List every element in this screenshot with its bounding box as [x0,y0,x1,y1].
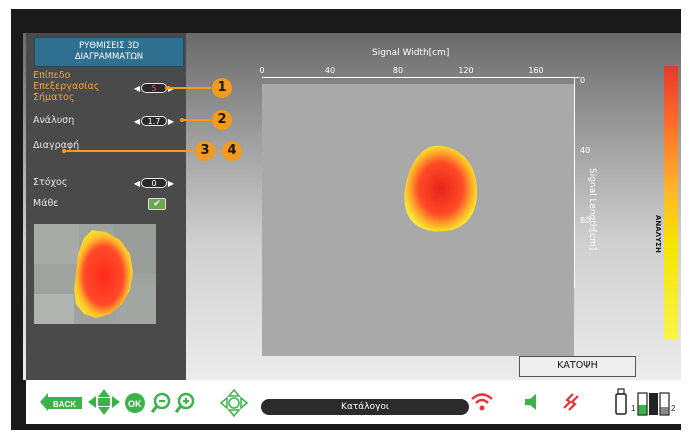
ok-label: OK [128,399,142,409]
x-tick-label: 120 [458,66,474,75]
thumbnail-heatmap [74,230,133,318]
checkmark-icon: ✔ [153,199,161,209]
usb-drive-icon [614,388,628,420]
learn-label: Μάθε [33,198,59,209]
callout-line-2 [182,119,212,121]
callout-line-3 [64,150,195,152]
decrease-arrow-icon[interactable]: ◀ [133,84,141,93]
processing-label-line-1: Επίπεδο [33,70,71,81]
top-view-button[interactable]: ΚΑΤΟΨΗ [519,356,636,377]
vibration-icon[interactable] [560,390,582,416]
processing-level-label: Επίπεδο Επεξεργασίας Σήματος [33,70,99,103]
battery-1-label: 1 [631,404,636,413]
scan-thumbnail[interactable] [34,224,156,324]
title-line-1: ΡΥΘΜΙΣΕΙΣ 3D [78,41,140,51]
settings-title-button[interactable]: ΡΥΘΜΙΣΕΙΣ 3D ΔΙΑΓΡΑΜΜΑΤΩΝ [34,37,184,67]
battery-2-label: 2 [671,404,676,413]
processing-label-line-2: Επεξεργασίας [33,81,100,92]
learn-checkbox[interactable]: ✔ [148,198,166,210]
speaker-icon[interactable] [524,394,540,414]
target-stepper[interactable]: ◀ 0 ▶ [133,177,175,189]
x-tick-label: 0 [259,66,265,75]
signal-blob [404,145,477,232]
zoom-in-icon[interactable] [174,392,196,418]
processing-level-value: 5 [141,83,167,93]
y-tick-label: 40 [580,146,591,155]
ok-button[interactable]: OK [124,392,146,418]
resolution-label: Ανάλυση [33,115,75,126]
decrease-arrow-icon[interactable]: ◀ [133,117,141,126]
resolution-stepper[interactable]: ◀ 1.7 ▶ [133,115,175,127]
back-button[interactable]: BACK [38,390,84,418]
direction-pad-icon[interactable] [88,389,120,419]
target-value: 0 [141,178,167,188]
wifi-icon[interactable] [470,390,494,416]
callout-badge-3: 3 [195,141,215,161]
title-line-2: ΔΙΑΓΡΑΜΜΑΤΩΝ [74,52,144,62]
back-label: BACK [53,400,76,409]
resolution-value: 1.7 [141,116,167,126]
decrease-arrow-icon[interactable]: ◀ [133,179,141,188]
color-scale-bar [664,66,678,340]
heatmap-plot[interactable] [262,84,574,356]
processing-label-line-3: Σήματος [33,92,75,103]
y-tick-label: 0 [580,76,586,85]
callout-badge-4: 4 [222,141,242,161]
x-tick-label: 40 [324,66,336,75]
x-axis-title: Signal Width[cm] [372,48,450,58]
callout-line-1 [167,87,211,89]
battery-status-icon: 1 2 [631,389,679,421]
target-label: Στόχος [33,177,68,188]
x-axis-line [262,77,580,78]
scale-label: ΑΝΑΛΥΣΗ [654,215,662,253]
callout-badge-2: 2 [212,110,232,130]
increase-arrow-icon[interactable]: ▶ [167,117,175,126]
increase-arrow-icon[interactable]: ▶ [167,179,175,188]
callout-badge-1: 1 [212,78,232,98]
rotate-view-icon[interactable] [219,388,249,421]
catalogs-button[interactable]: Κατάλογοι [261,399,469,415]
x-tick-label: 80 [392,66,404,75]
y-axis-line [574,78,575,288]
y-axis-title: Signal Length[cm] [587,168,597,251]
callout-connector [214,150,222,152]
zoom-out-icon[interactable] [150,392,172,418]
x-tick-label: 160 [528,66,544,75]
